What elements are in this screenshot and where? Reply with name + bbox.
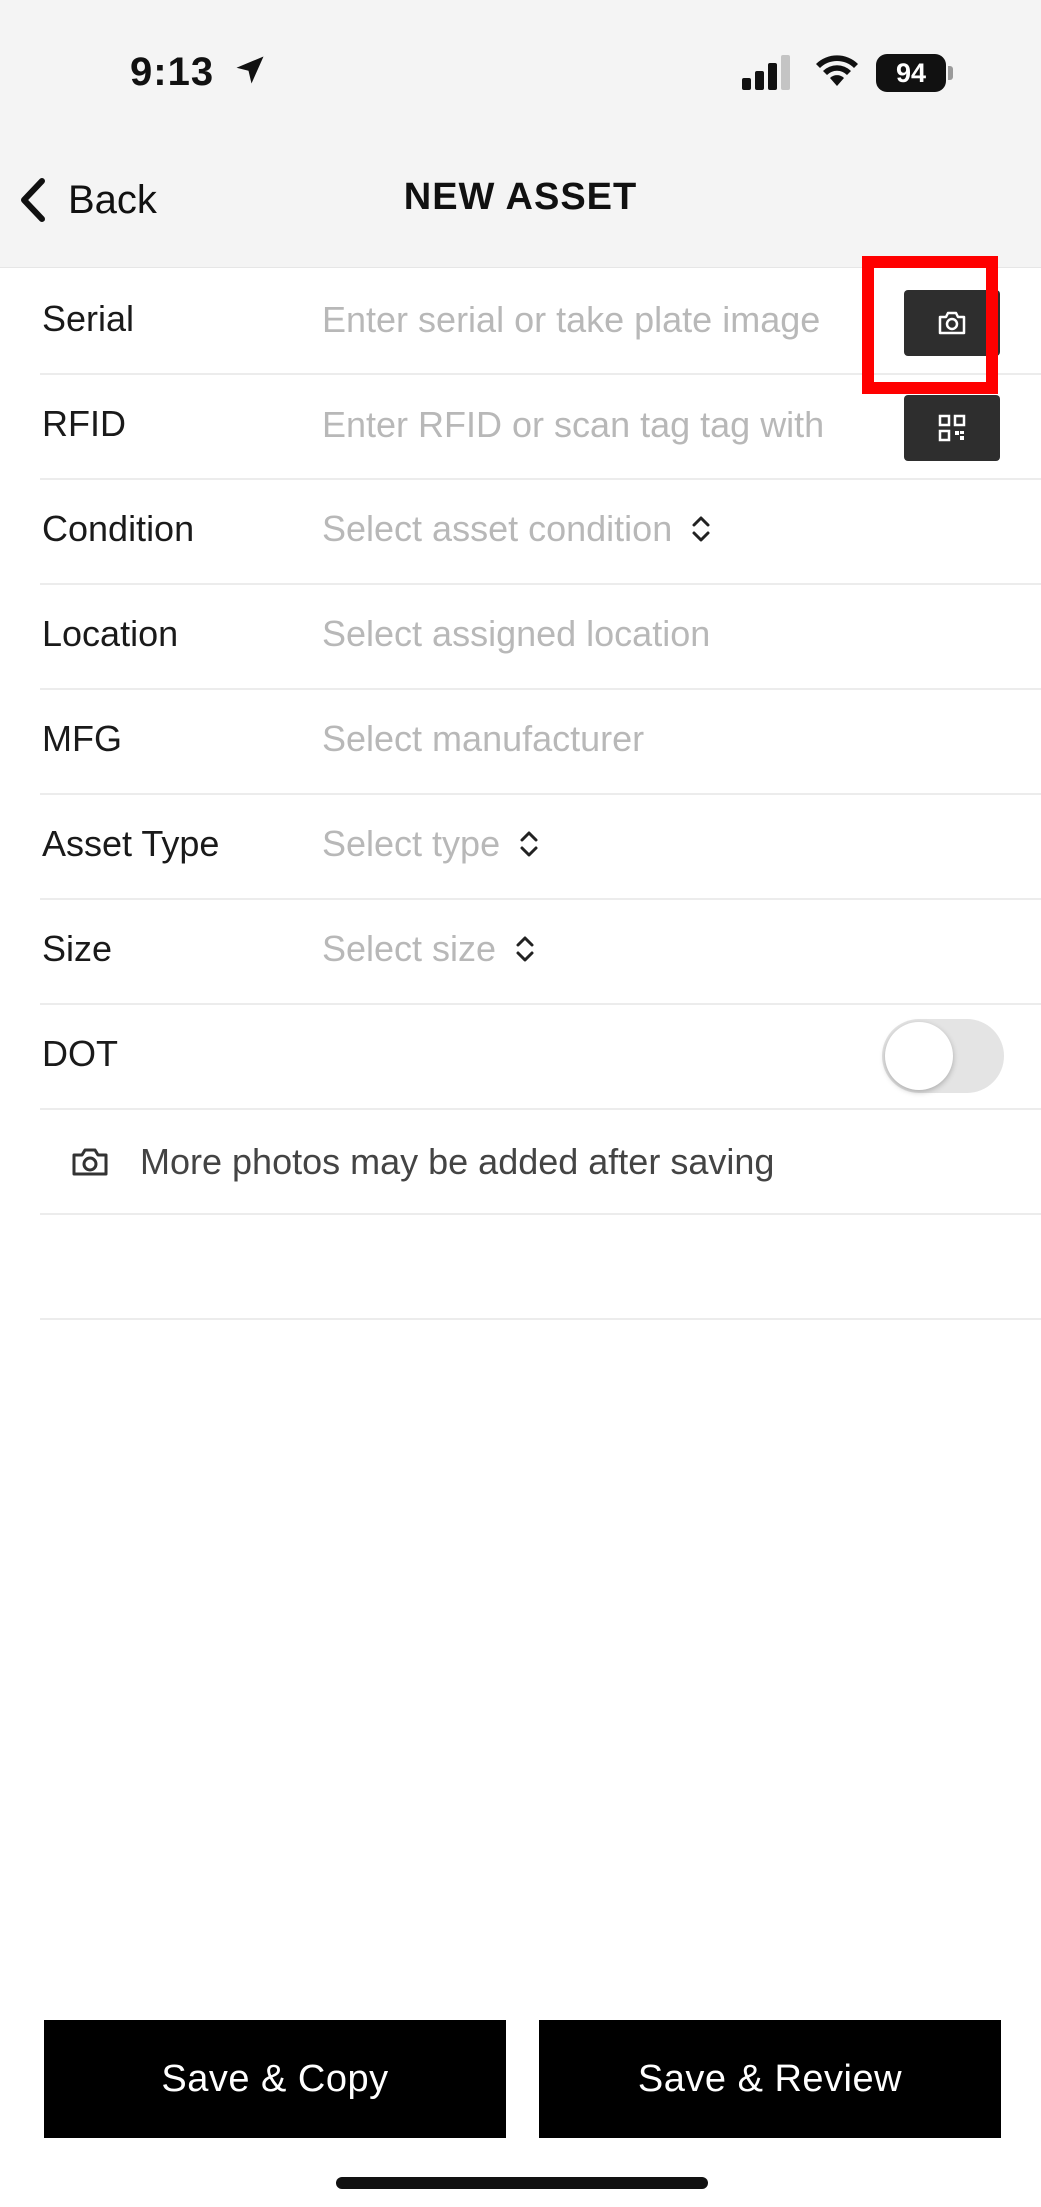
location-select[interactable]: Select assigned location bbox=[322, 613, 710, 655]
empty-row bbox=[40, 1215, 1041, 1320]
asset-type-select[interactable]: Select type bbox=[322, 823, 540, 865]
mfg-select[interactable]: Select manufacturer bbox=[322, 718, 644, 760]
camera-icon bbox=[72, 1148, 108, 1175]
page-title: NEW ASSET bbox=[403, 176, 638, 218]
toggle-knob bbox=[885, 1022, 953, 1090]
asset-type-label: Asset Type bbox=[42, 823, 220, 864]
header-area: 9:13 94 Back NEW ASSET bbox=[0, 0, 1041, 268]
status-time: 9:13 bbox=[130, 50, 215, 94]
size-select[interactable]: Select size bbox=[322, 928, 536, 970]
rfid-scan-button[interactable] bbox=[904, 395, 1000, 461]
mfg-row[interactable]: MFG Select manufacturer bbox=[40, 690, 1041, 795]
chevron-up-down-icon bbox=[516, 936, 534, 962]
location-label: Location bbox=[42, 613, 179, 654]
mfg-label: MFG bbox=[42, 718, 122, 759]
condition-select[interactable]: Select asset condition bbox=[322, 508, 712, 550]
size-row[interactable]: Size Select size bbox=[40, 900, 1041, 1005]
condition-row[interactable]: Condition Select asset condition bbox=[40, 480, 1041, 585]
navigation-bar: Back NEW ASSET bbox=[0, 150, 1041, 268]
asset-type-select-value: Select type bbox=[322, 823, 501, 864]
cellular-signal-icon bbox=[742, 55, 790, 90]
serial-label: Serial bbox=[42, 298, 135, 339]
battery-level: 94 bbox=[876, 54, 946, 92]
photo-note-text: More photos may be added after saving bbox=[140, 1140, 775, 1182]
battery-icon: 94 bbox=[876, 54, 954, 92]
size-select-value: Select size bbox=[322, 928, 497, 969]
photo-note: More photos may be added after saving bbox=[40, 1110, 1041, 1215]
wifi-icon bbox=[816, 55, 858, 86]
asset-type-row[interactable]: Asset Type Select type bbox=[40, 795, 1041, 900]
status-bar: 9:13 94 bbox=[0, 0, 1041, 150]
dot-row: DOT bbox=[40, 1005, 1041, 1110]
highlight-annotation bbox=[862, 256, 998, 394]
save-review-button[interactable]: Save & Review bbox=[539, 2020, 1001, 2138]
location-row[interactable]: Location Select assigned location bbox=[40, 585, 1041, 690]
rfid-label: RFID bbox=[42, 403, 126, 444]
dot-label: DOT bbox=[42, 1033, 118, 1074]
condition-select-value: Select asset condition bbox=[322, 508, 673, 549]
home-indicator bbox=[336, 2177, 708, 2189]
chevron-up-down-icon bbox=[692, 516, 710, 542]
chevron-up-down-icon bbox=[520, 831, 538, 857]
new-asset-screen: 9:13 94 Back NEW ASSET Serial Enter seri… bbox=[0, 0, 1041, 2207]
size-label: Size bbox=[42, 928, 113, 969]
qr-code-icon bbox=[938, 414, 966, 442]
rfid-input[interactable] bbox=[322, 401, 942, 449]
save-copy-button[interactable]: Save & Copy bbox=[44, 2020, 506, 2138]
dot-toggle[interactable] bbox=[882, 1019, 1004, 1093]
condition-label: Condition bbox=[42, 508, 195, 549]
serial-input[interactable] bbox=[322, 296, 942, 344]
location-arrow-icon bbox=[236, 56, 264, 84]
